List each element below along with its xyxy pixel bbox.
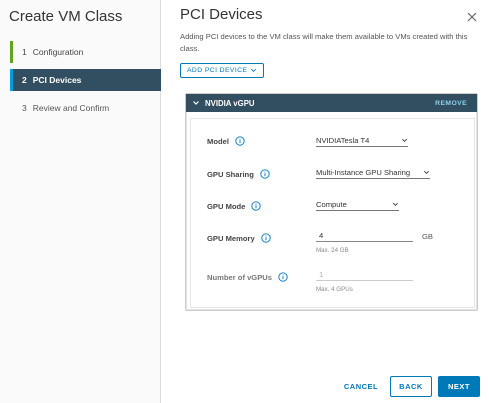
- gpu-memory-unit: GB: [422, 232, 433, 241]
- gpu-sharing-label-text: GPU Sharing: [207, 169, 254, 179]
- wizard-step-configuration[interactable]: 1 Configuration: [10, 41, 161, 63]
- step-number: 1: [22, 47, 27, 57]
- cancel-button[interactable]: CANCEL: [341, 376, 381, 397]
- device-card-body: Model NVIDIATesla T4 GPU Sharing Multi-I…: [186, 112, 477, 310]
- gpu-sharing-label: GPU Sharing: [207, 169, 270, 179]
- step-number: 3: [22, 103, 27, 113]
- gpu-memory-label-text: GPU Memory: [207, 233, 255, 243]
- num-vgpus-help: Max. 4 GPUs: [316, 286, 353, 293]
- wizard-title: Create VM Class: [9, 8, 123, 25]
- close-icon: [467, 12, 477, 22]
- device-card: NVIDIA vGPU REMOVE Model NVIDIATesla T4: [185, 93, 478, 311]
- device-card-title-group: NVIDIA vGPU: [192, 99, 255, 108]
- chevron-down-icon: [424, 170, 429, 174]
- add-pci-device-button[interactable]: ADD PCI DEVICE: [180, 63, 265, 78]
- chevron-down-icon: [251, 68, 257, 72]
- step-label: Review and Confirm: [32, 103, 110, 113]
- gpu-mode-select-value: Compute: [316, 199, 347, 209]
- gpu-sharing-select[interactable]: Multi-Instance GPU Sharing: [316, 166, 430, 179]
- device-card-header[interactable]: NVIDIA vGPU REMOVE: [186, 94, 477, 112]
- gpu-sharing-select-value: Multi-Instance GPU Sharing: [316, 167, 411, 177]
- device-form: Model NVIDIATesla T4 GPU Sharing Multi-I…: [190, 118, 475, 308]
- wizard-step-review-and-confirm[interactable]: 3 Review and Confirm: [10, 97, 161, 119]
- step-label: PCI Devices: [32, 75, 82, 85]
- gpu-memory-help: Max. 24 GB: [316, 247, 349, 254]
- page-description: Adding PCI devices to the VM class will …: [180, 32, 468, 53]
- chevron-down-icon: [402, 138, 407, 142]
- num-vgpus-input: [316, 268, 413, 281]
- wizard-nav: Create VM Class 1 Configuration 2 PCI De…: [0, 0, 161, 403]
- chevron-down-icon: [393, 202, 398, 206]
- info-icon[interactable]: [251, 201, 262, 211]
- step-label: Configuration: [32, 47, 84, 57]
- num-vgpus-label-text: Number of vGPUs: [207, 272, 272, 282]
- gpu-memory-input[interactable]: [316, 229, 413, 242]
- next-button[interactable]: NEXT: [438, 376, 480, 397]
- info-icon[interactable]: [235, 136, 245, 146]
- model-label-text: Model: [207, 136, 229, 146]
- info-icon[interactable]: [261, 233, 271, 243]
- wizard-step-pci-devices[interactable]: 2 PCI Devices: [10, 69, 161, 91]
- remove-device-button[interactable]: REMOVE: [435, 100, 467, 107]
- model-label: Model: [207, 136, 245, 146]
- gpu-mode-label-text: GPU Mode: [207, 201, 246, 211]
- gpu-mode-select[interactable]: Compute: [316, 198, 399, 211]
- back-button[interactable]: BACK: [390, 376, 432, 397]
- close-button[interactable]: [465, 10, 479, 24]
- add-pci-device-label: ADD PCI DEVICE: [187, 67, 248, 74]
- collapse-chevron-icon[interactable]: [192, 99, 200, 107]
- device-title: NVIDIA vGPU: [205, 98, 255, 108]
- page-title: PCI Devices: [180, 6, 263, 23]
- model-select-value: NVIDIATesla T4: [316, 135, 370, 145]
- gpu-memory-label: GPU Memory: [207, 233, 271, 243]
- gpu-mode-label: GPU Mode: [207, 201, 262, 211]
- info-icon[interactable]: [260, 169, 270, 179]
- step-number: 2: [22, 75, 27, 85]
- info-icon[interactable]: [278, 272, 288, 282]
- model-select[interactable]: NVIDIATesla T4: [316, 134, 408, 147]
- num-vgpus-label: Number of vGPUs: [207, 272, 288, 282]
- main-panel: PCI Devices Adding PCI devices to the VM…: [161, 0, 489, 403]
